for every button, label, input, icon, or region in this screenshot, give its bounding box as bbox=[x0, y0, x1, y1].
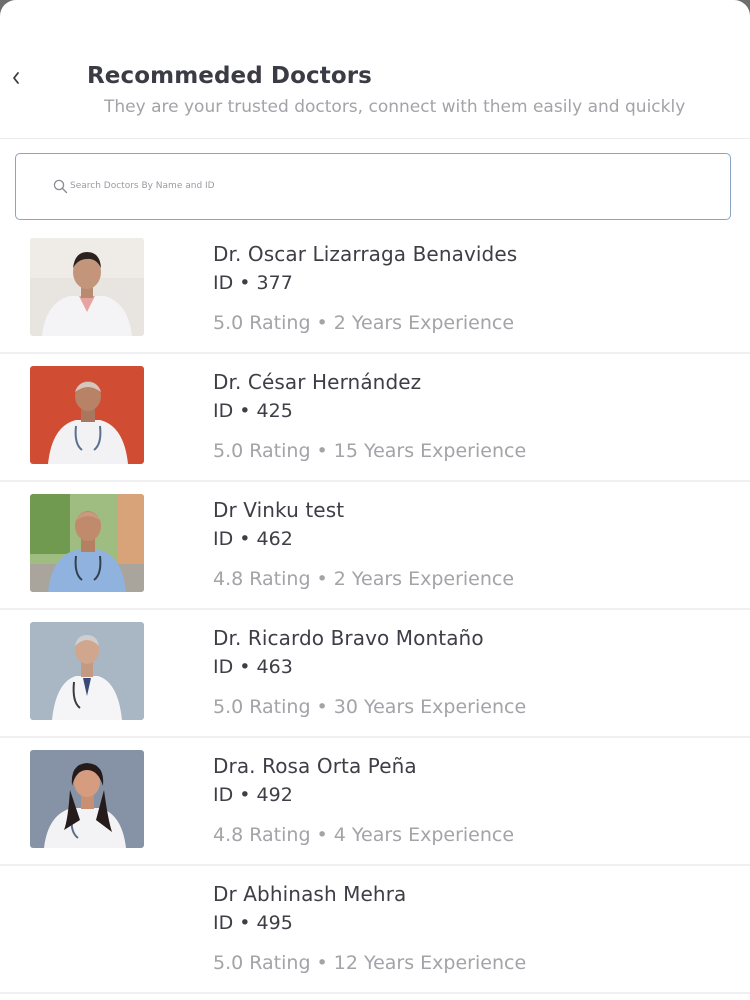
doctor-row[interactable]: Dr Abhinash Mehra ID • 495 5.0 Rating • … bbox=[0, 866, 750, 994]
search-icon bbox=[53, 179, 68, 194]
doctor-rating-experience: 4.8 Rating • 2 Years Experience bbox=[213, 568, 515, 590]
doctor-rating-experience: 5.0 Rating • 30 Years Experience bbox=[213, 696, 527, 718]
doctor-photo bbox=[30, 622, 144, 720]
doctor-id: ID • 492 bbox=[213, 784, 293, 806]
doctor-row[interactable]: Dra. Rosa Orta Peña ID • 492 4.8 Rating … bbox=[0, 738, 750, 866]
doctor-id: ID • 495 bbox=[213, 912, 293, 934]
doctor-row[interactable]: Dr. Oscar Lizarraga Benavides ID • 377 5… bbox=[0, 226, 750, 354]
search-input[interactable] bbox=[70, 176, 710, 196]
header: Recommeded Doctors They are your trusted… bbox=[0, 0, 750, 139]
doctor-name: Dr. Ricardo Bravo Montaño bbox=[213, 626, 484, 650]
doctor-rating-experience: 4.8 Rating • 4 Years Experience bbox=[213, 824, 515, 846]
doctor-name: Dr Abhinash Mehra bbox=[213, 882, 407, 906]
doctor-name: Dr. Oscar Lizarraga Benavides bbox=[213, 242, 518, 266]
doctors-sheet: Recommeded Doctors They are your trusted… bbox=[0, 0, 750, 1000]
doctor-photo-placeholder bbox=[30, 878, 144, 976]
doctor-photo bbox=[30, 366, 144, 464]
search-box[interactable] bbox=[15, 153, 731, 220]
doctor-row[interactable]: Dr Vinku test ID • 462 4.8 Rating • 2 Ye… bbox=[0, 482, 750, 610]
page-title: Recommeded Doctors bbox=[87, 63, 372, 89]
doctor-name: Dra. Rosa Orta Peña bbox=[213, 754, 417, 778]
doctor-photo bbox=[30, 750, 144, 848]
doctor-row[interactable]: Dr. César Hernández ID • 425 5.0 Rating … bbox=[0, 354, 750, 482]
doctor-photo bbox=[30, 238, 144, 336]
doctor-name: Dr Vinku test bbox=[213, 498, 345, 522]
doctor-rating-experience: 5.0 Rating • 2 Years Experience bbox=[213, 312, 515, 334]
doctor-rating-experience: 5.0 Rating • 12 Years Experience bbox=[213, 952, 527, 974]
doctor-id: ID • 377 bbox=[213, 272, 293, 294]
back-button[interactable] bbox=[6, 64, 26, 92]
doctor-id: ID • 425 bbox=[213, 400, 293, 422]
page-subtitle: They are your trusted doctors, connect w… bbox=[104, 97, 686, 117]
doctor-name: Dr. César Hernández bbox=[213, 370, 422, 394]
doctor-photo bbox=[30, 494, 144, 592]
doctor-rating-experience: 5.0 Rating • 15 Years Experience bbox=[213, 440, 527, 462]
doctor-id: ID • 463 bbox=[213, 656, 293, 678]
doctor-row[interactable]: Dr. Ricardo Bravo Montaño ID • 463 5.0 R… bbox=[0, 610, 750, 738]
chevron-left-icon bbox=[13, 72, 19, 84]
doctor-id: ID • 462 bbox=[213, 528, 293, 550]
